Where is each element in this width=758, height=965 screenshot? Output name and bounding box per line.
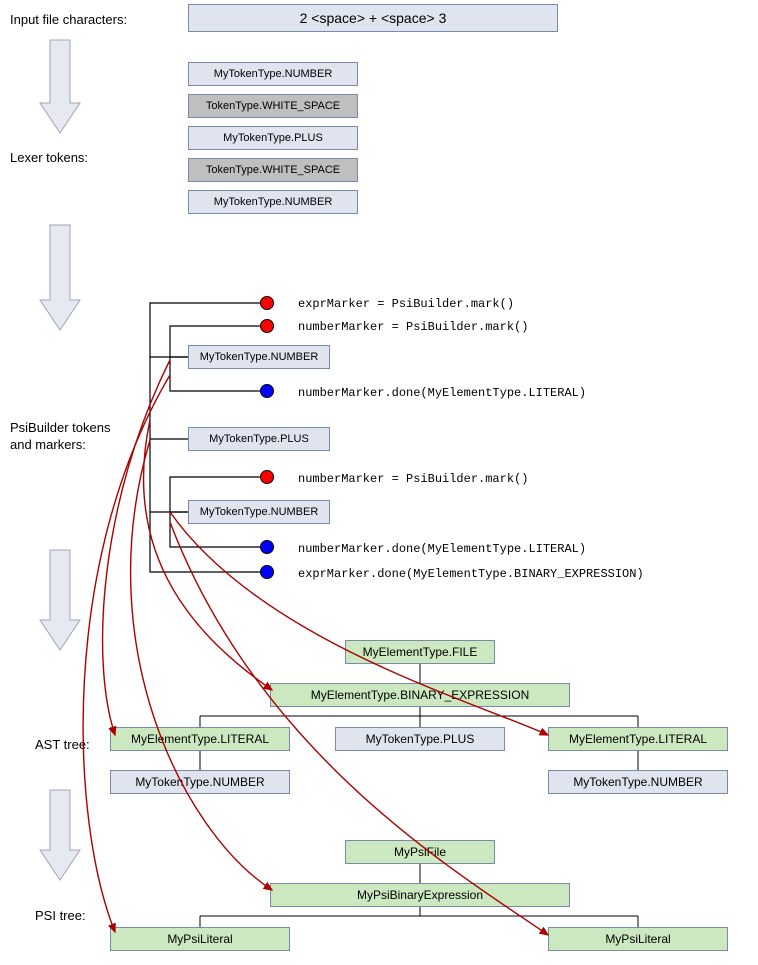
ast-lit-l: MyElementType.LITERAL [110, 727, 290, 751]
label-psi: PSI tree: [35, 908, 86, 923]
ast-lit-r: MyElementType.LITERAL [548, 727, 728, 751]
ast-num-l: MyTokenType.NUMBER [110, 770, 290, 794]
ast-bin: MyElementType.BINARY_EXPRESSION [270, 683, 570, 707]
code-num2-done: numberMarker.done(MyElementType.LITERAL) [298, 542, 586, 556]
ast-plus: MyTokenType.PLUS [335, 727, 505, 751]
ast-num-r: MyTokenType.NUMBER [548, 770, 728, 794]
code-expr-mark: exprMarker = PsiBuilder.mark() [298, 297, 514, 311]
code-num1-done: numberMarker.done(MyElementType.LITERAL) [298, 386, 586, 400]
dot-num2-done [260, 540, 274, 554]
lexer-token-4: MyTokenType.NUMBER [188, 190, 358, 214]
label-psib: PsiBuilder tokens and markers: [10, 420, 110, 454]
psi-lit-r: MyPsiLiteral [548, 927, 728, 951]
label-lexer: Lexer tokens: [10, 150, 88, 165]
psi-file: MyPsiFile [345, 840, 495, 864]
lexer-token-3: TokenType.WHITE_SPACE [188, 158, 358, 182]
dot-expr-done [260, 565, 274, 579]
dot-num2-mark [260, 470, 274, 484]
big-arrow-2 [40, 225, 80, 330]
ast-file: MyElementType.FILE [345, 640, 495, 664]
dot-expr-mark [260, 296, 274, 310]
psib-token-num1: MyTokenType.NUMBER [188, 345, 330, 369]
psi-bin: MyPsiBinaryExpression [270, 883, 570, 907]
lexer-token-2: MyTokenType.PLUS [188, 126, 358, 150]
dot-num1-mark [260, 319, 274, 333]
code-num2-mark: numberMarker = PsiBuilder.mark() [298, 472, 528, 486]
dot-num1-done [260, 384, 274, 398]
lexer-token-0: MyTokenType.NUMBER [188, 62, 358, 86]
psib-token-num2: MyTokenType.NUMBER [188, 500, 330, 524]
psib-token-plus: MyTokenType.PLUS [188, 427, 330, 451]
big-arrow-3 [40, 550, 80, 650]
label-ast: AST tree: [35, 737, 90, 752]
big-arrow-1 [40, 40, 80, 133]
code-expr-done: exprMarker.done(MyElementType.BINARY_EXP… [298, 567, 644, 581]
big-arrow-4 [40, 790, 80, 880]
psi-lit-l: MyPsiLiteral [110, 927, 290, 951]
lexer-token-1: TokenType.WHITE_SPACE [188, 94, 358, 118]
diagram-canvas: { "labels": { "input": "Input file chara… [0, 0, 758, 965]
input-chars-box: 2 <space> + <space> 3 [188, 4, 558, 32]
label-input: Input file characters: [10, 12, 127, 27]
code-num1-mark: numberMarker = PsiBuilder.mark() [298, 320, 528, 334]
